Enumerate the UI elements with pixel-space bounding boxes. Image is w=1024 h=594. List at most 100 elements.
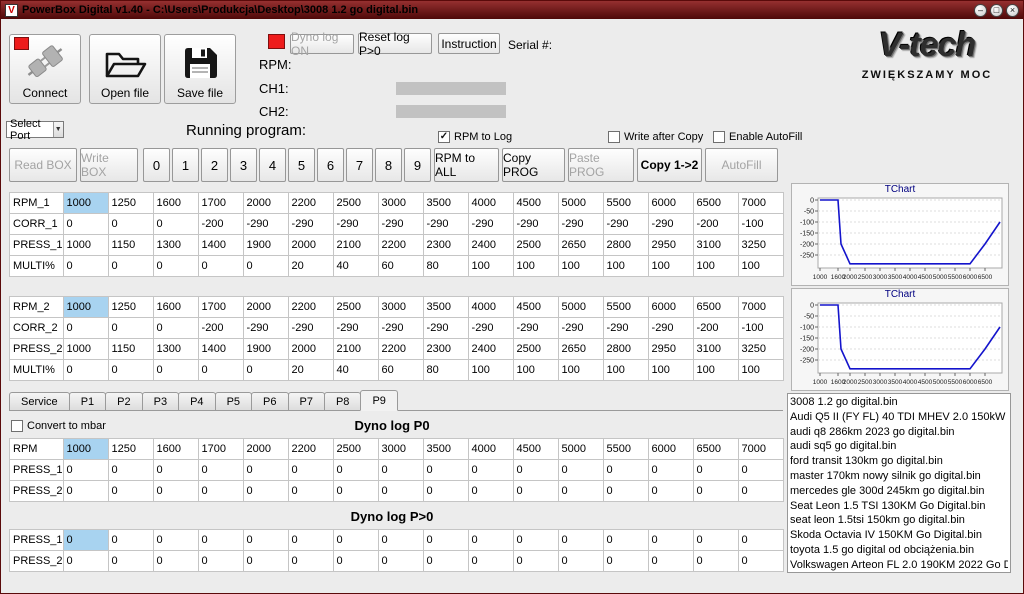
write-after-copy-checkbox[interactable]: Write after Copy [608,131,703,143]
reset-log-button[interactable]: Reset log P>0 [358,33,432,54]
grid-cell[interactable]: 2500 [333,193,378,214]
grid-cell[interactable]: 1900 [243,235,288,256]
grid-cell[interactable]: 100 [558,256,603,277]
grid-cell[interactable]: 0 [468,551,513,572]
grid-cell[interactable]: 0 [63,551,108,572]
digit-9-button[interactable]: 9 [404,148,431,182]
grid-cell[interactable]: 60 [378,360,423,381]
grid-cell[interactable]: 0 [558,481,603,502]
grid-cell[interactable]: 40 [333,360,378,381]
grid-cell[interactable]: 4000 [468,297,513,318]
digit-0-button[interactable]: 0 [143,148,170,182]
file-list-item[interactable]: toyota 1.5 go digital od obciążenia.bin [790,543,1008,558]
grid-cell[interactable]: 0 [243,360,288,381]
grid-cell[interactable]: 4500 [513,297,558,318]
grid-cell[interactable]: 6500 [693,193,738,214]
tab-p5[interactable]: P5 [215,392,252,410]
file-list-item[interactable]: audi sq5 go digital.bin [790,439,1008,454]
grid-cell[interactable]: 1000 [63,339,108,360]
read-box-button[interactable]: Read BOX [9,148,77,182]
grid-cell[interactable]: -290 [603,318,648,339]
grid-cell[interactable]: 0 [63,530,108,551]
grid-cell[interactable]: 0 [333,530,378,551]
digit-6-button[interactable]: 6 [317,148,344,182]
grid-cell[interactable]: 0 [693,551,738,572]
grid-cell[interactable]: -290 [468,318,513,339]
digit-8-button[interactable]: 8 [375,148,402,182]
grid-cell[interactable]: 0 [153,360,198,381]
grid-cell[interactable]: -290 [423,318,468,339]
grid-cell[interactable]: 0 [153,256,198,277]
grid-cell[interactable]: 0 [108,214,153,235]
grid-cell[interactable]: 0 [243,530,288,551]
grid-cell[interactable]: 0 [648,481,693,502]
grid-cell[interactable]: 2000 [288,235,333,256]
grid-cell[interactable]: 0 [333,481,378,502]
grid-cell[interactable]: 0 [468,481,513,502]
tab-p8[interactable]: P8 [324,392,361,410]
grid-cell[interactable]: 100 [648,256,693,277]
grid-cell[interactable]: 3000 [378,439,423,460]
grid-cell[interactable]: 1250 [108,439,153,460]
grid-cell[interactable]: 2400 [468,339,513,360]
grid-cell[interactable]: 5500 [603,193,648,214]
grid-cell[interactable]: 2000 [243,439,288,460]
grid-cell[interactable]: 0 [63,256,108,277]
grid-cell[interactable]: 1700 [198,193,243,214]
grid-cell[interactable]: 4000 [468,439,513,460]
grid-cell[interactable]: 0 [288,481,333,502]
grid-cell[interactable]: 1150 [108,235,153,256]
grid-cell[interactable]: 6500 [693,439,738,460]
grid-cell[interactable]: 0 [738,551,783,572]
grid-cell[interactable]: 3100 [693,339,738,360]
grid-cell[interactable]: 0 [198,460,243,481]
grid-cell[interactable]: -100 [738,318,783,339]
grid-cell[interactable]: 0 [198,551,243,572]
grid-cell[interactable]: -290 [513,318,558,339]
grid-cell[interactable]: -100 [738,214,783,235]
grid-cell[interactable]: -290 [558,214,603,235]
grid-cell[interactable]: 2650 [558,339,603,360]
grid-cell[interactable]: 1250 [108,193,153,214]
grid-cell[interactable]: 1000 [63,439,108,460]
rpm-to-log-checkbox[interactable]: ✓ RPM to Log [438,131,512,143]
grid-cell[interactable]: 0 [378,460,423,481]
grid-cell[interactable]: 3000 [378,297,423,318]
grid-cell[interactable]: 0 [153,460,198,481]
maximize-icon[interactable]: □ [990,4,1003,17]
grid-cell[interactable]: 0 [423,460,468,481]
paste-prog-button[interactable]: Paste PROG [568,148,634,182]
grid-cell[interactable]: 0 [108,460,153,481]
grid-cell[interactable]: -290 [378,214,423,235]
grid-cell[interactable]: 3250 [738,235,783,256]
grid-cell[interactable]: 4500 [513,439,558,460]
grid-cell[interactable]: 1000 [63,297,108,318]
grid-cell[interactable]: -290 [648,214,693,235]
grid-cell[interactable]: 0 [108,551,153,572]
grid-cell[interactable]: 0 [288,530,333,551]
grid-cell[interactable]: 2000 [288,339,333,360]
grid-cell[interactable]: 0 [63,214,108,235]
copy-1-to-2-button[interactable]: Copy 1->2 [637,148,702,182]
grid-cell[interactable]: 0 [243,481,288,502]
file-list-item[interactable]: Seat Leon 1.5 TSI 130KM Go Digital.bin [790,499,1008,514]
grid-cell[interactable]: 80 [423,256,468,277]
grid-cell[interactable]: 1000 [63,235,108,256]
grid-cell[interactable]: 0 [558,460,603,481]
grid-cell[interactable]: 0 [243,460,288,481]
grid-cell[interactable]: 2300 [423,339,468,360]
grid-cell[interactable]: 100 [603,360,648,381]
digit-4-button[interactable]: 4 [259,148,286,182]
grid-cell[interactable]: 40 [333,256,378,277]
grid-cell[interactable]: 0 [738,460,783,481]
grid-cell[interactable]: 0 [603,530,648,551]
grid-cell[interactable]: 0 [693,530,738,551]
grid-cell[interactable]: 1000 [63,193,108,214]
grid-cell[interactable]: -290 [378,318,423,339]
grid-cell[interactable]: 2000 [243,193,288,214]
grid-cell[interactable]: 0 [378,551,423,572]
grid-cell[interactable]: 100 [648,360,693,381]
grid-cell[interactable]: 100 [738,256,783,277]
grid-cell[interactable]: 0 [333,460,378,481]
grid-cell[interactable]: 2200 [288,193,333,214]
